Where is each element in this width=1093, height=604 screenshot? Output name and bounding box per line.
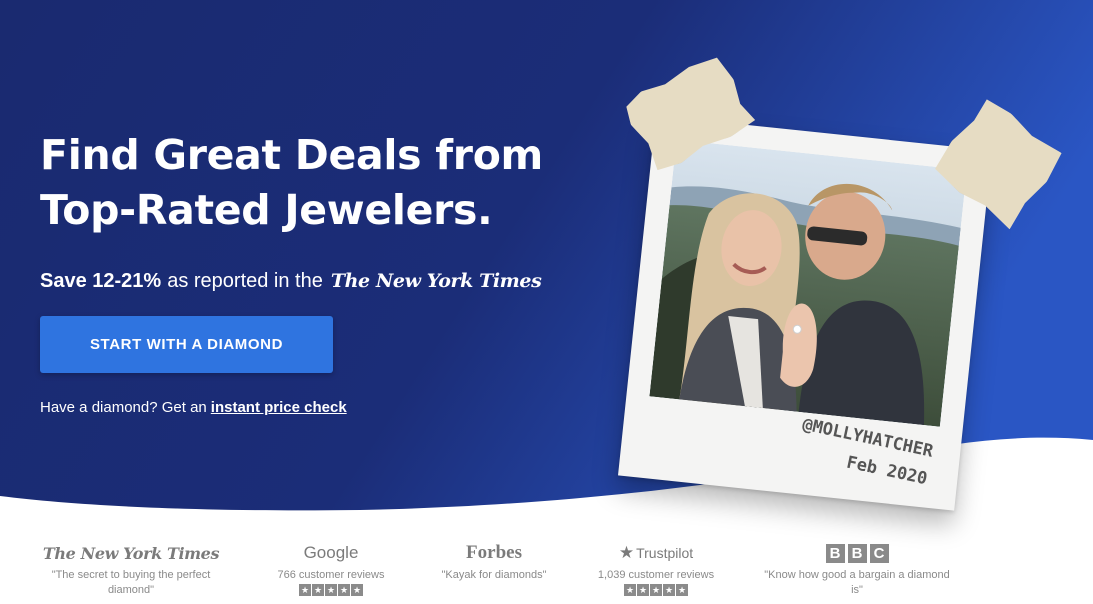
star-icon: ★: [312, 584, 324, 596]
price-check-text: Have a diamond? Get an: [40, 399, 207, 416]
star-icon: ★: [650, 584, 662, 596]
trustpilot-wordmark: Trustpilot: [636, 545, 694, 561]
bbc-logo: B B C: [757, 540, 957, 566]
star-icon: ★: [351, 584, 363, 596]
subline-text: as reported in the: [167, 269, 323, 292]
press-quote: "Know how good a bargain a diamond is": [764, 569, 950, 596]
press-item-nyt: The New York Times "The secret to buying…: [31, 540, 231, 598]
star-icon: ★: [618, 543, 635, 562]
trustpilot-logo: ★ Trustpilot: [556, 540, 756, 566]
page: Find Great Deals from Top-Rated Jewelers…: [0, 0, 1093, 604]
hero-headline: Find Great Deals from Top-Rated Jewelers…: [40, 128, 600, 238]
savings-percent: Save 12-21%: [40, 269, 162, 292]
press-item-trustpilot: ★ Trustpilot 1,039 customer reviews ★ ★ ★…: [556, 540, 756, 598]
star-icon: ★: [637, 584, 649, 596]
press-item-bbc: B B C "Know how good a bargain a diamond…: [757, 540, 957, 598]
nyt-press-logo: The New York Times: [42, 543, 220, 563]
hero-headline-line2: Top-Rated Jewelers.: [40, 186, 493, 234]
star-icon: ★: [663, 584, 675, 596]
start-with-diamond-button[interactable]: START WITH A DIAMOND: [40, 316, 333, 373]
star-icon: ★: [624, 584, 636, 596]
press-strip: The New York Times "The secret to buying…: [0, 540, 1093, 604]
polaroid-card: @MOLLYHATCHER Feb 2020: [618, 115, 992, 511]
price-check-line: Have a diamond? Get an instant price chec…: [40, 399, 347, 416]
instant-price-check-link[interactable]: instant price check: [211, 399, 347, 416]
hero-headline-line1: Find Great Deals from: [40, 131, 543, 179]
press-quote: "The secret to buying the perfect diamon…: [51, 569, 211, 596]
star-icon: ★: [338, 584, 350, 596]
star-rating: ★ ★ ★ ★ ★: [556, 584, 756, 598]
couple-photo: [649, 139, 967, 427]
nyt-logo: The New York Times: [330, 270, 542, 292]
star-icon: ★: [325, 584, 337, 596]
review-count: 1,039 customer reviews: [597, 569, 715, 581]
hero-subline: Save 12-21% as reported in the The New Y…: [40, 266, 542, 296]
star-icon: ★: [299, 584, 311, 596]
star-rating: ★ ★ ★ ★ ★: [231, 584, 431, 598]
star-icon: ★: [676, 584, 688, 596]
polaroid-frame: @MOLLYHATCHER Feb 2020: [618, 115, 992, 511]
